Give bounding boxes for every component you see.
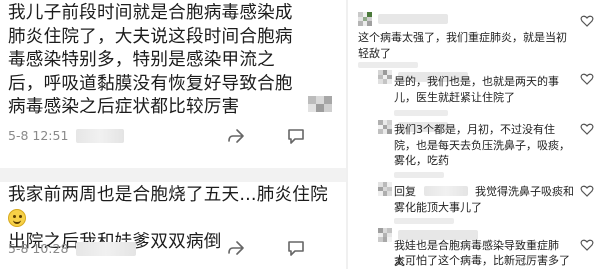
user-avatar [378,182,392,196]
reply-target-blurred [423,186,468,196]
heart-icon[interactable] [580,122,594,136]
heart-icon[interactable] [580,14,594,28]
section-divider [0,168,346,182]
username-blurred [378,14,448,24]
user-avatar [378,228,392,242]
share-icon[interactable] [226,126,246,146]
reply-text: 这个病毒太强了，我们重症肺炎，就是当初轻敌了 [358,31,567,60]
reply-thread-panel: 这个病毒太强了，我们重症肺炎，就是当初轻敌了 是的，我们也是，也就是两天的事儿，… [346,0,600,269]
heart-icon[interactable] [580,238,594,252]
reply-meta-blurred [358,62,418,68]
reply-text: 回复 我觉得洗鼻子吸痰和雾化能顶大事儿了 [394,184,576,215]
comment-text: 我家前两周也是合胞烧了五天...肺炎住院 [8,185,328,205]
blurred-avatar [308,96,338,114]
reply-meta-blurred [394,110,448,116]
main-comment-panel: 我儿子前段时间就是合胞病毒感染成肺炎住院了，大夫说这段时间合胞病毒感染特别多，特… [0,0,346,269]
location-blurred [76,128,125,143]
comment-actions [226,126,346,146]
reply-text: 我们3个都是，月初，不过没有住院，也是每天去负压洗鼻子，吸痰，雾化，吃药 [394,123,570,167]
heart-icon[interactable] [580,72,594,86]
comment-icon[interactable] [286,238,306,258]
smile-emoji-icon [8,208,26,227]
comment-actions [226,238,346,258]
location-blurred [76,241,137,256]
user-avatar [358,12,372,26]
comment-text: 我儿子前段时间就是合胞病毒感染成肺炎住院了，大夫说这段时间合胞病毒感染特别多，特… [8,3,293,117]
comment-item: 我儿子前段时间就是合胞病毒感染成肺炎住院了，大夫说这段时间合胞病毒感染特别多，特… [8,2,308,120]
user-avatar [378,70,392,84]
comment-meta: 5-8 10:28 [8,241,137,256]
timestamp: 5-8 12:51 [8,128,69,143]
comment-meta: 5-8 12:51 [8,128,125,143]
user-avatar [378,120,392,134]
reply-body: 我觉得洗鼻子吸痰和雾化能顶大事儿了 [394,185,574,214]
reply-meta-blurred [394,218,454,224]
reply-text-line2: 太可怕了这个病毒，比新冠厉害多了 [394,254,570,267]
share-icon[interactable] [226,238,246,258]
heart-icon[interactable] [580,184,594,198]
timestamp: 5-8 10:28 [8,241,69,256]
reply-text: 是的，我们也是，也就是两天的事儿，医生就赶紧让住院了 [394,75,559,104]
reply-prefix: 回复 [394,185,416,198]
comment-icon[interactable] [286,126,306,146]
reply-meta-blurred [394,172,444,178]
